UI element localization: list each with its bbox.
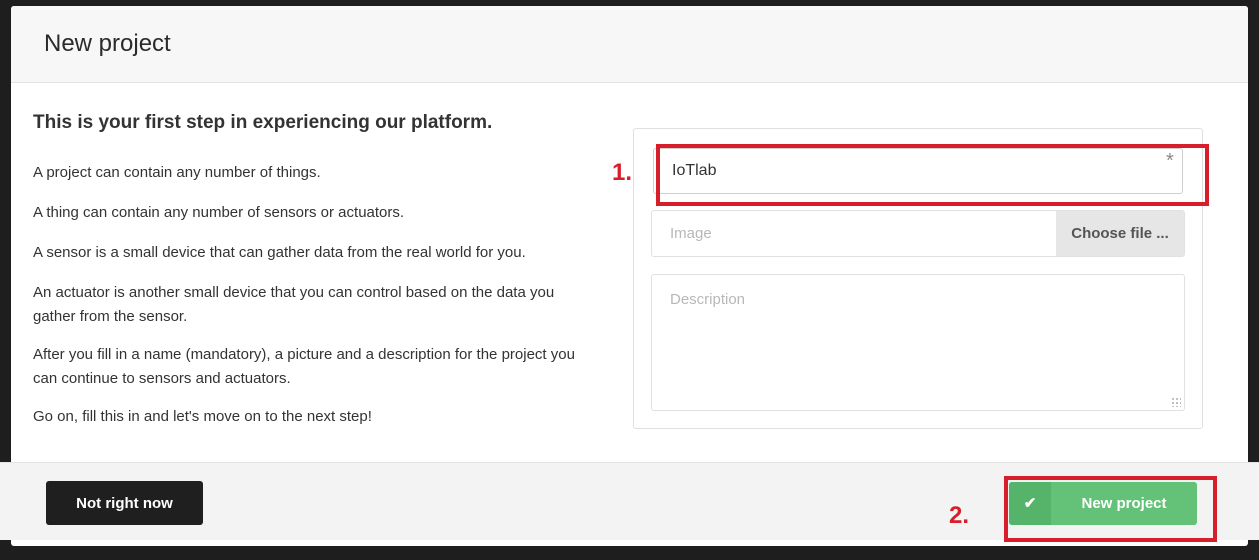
step2-highlight-box	[1004, 476, 1217, 542]
step2-label: 2.	[949, 502, 970, 529]
description-textarea[interactable]	[651, 274, 1185, 411]
intro-paragraph-go-on: Go on, fill this in and let's move on to…	[33, 408, 372, 425]
intro-paragraph-things: A thing can contain any number of sensor…	[33, 204, 405, 221]
intro-paragraph-sensor: A sensor is a small device that can gath…	[33, 244, 526, 261]
resize-grip-icon[interactable]	[1171, 397, 1181, 407]
modal-title: New project	[44, 30, 171, 57]
step1-highlight-box	[656, 144, 1209, 206]
choose-file-button[interactable]: Choose file ...	[1056, 211, 1184, 256]
intro-heading: This is your first step in experiencing …	[33, 112, 493, 133]
intro-paragraph-actuator: An actuator is another small device that…	[33, 284, 555, 325]
intro-paragraph-instructions: After you fill in a name (mandatory), a …	[33, 346, 575, 387]
image-input[interactable]	[652, 211, 1057, 256]
intro-paragraph-projects: A project can contain any number of thin…	[33, 164, 321, 181]
step1-label: 1.	[612, 159, 633, 186]
modal-header: New project	[11, 6, 1248, 83]
not-right-now-button[interactable]: Not right now	[46, 481, 203, 525]
image-upload-group: Choose file ...	[651, 210, 1185, 257]
